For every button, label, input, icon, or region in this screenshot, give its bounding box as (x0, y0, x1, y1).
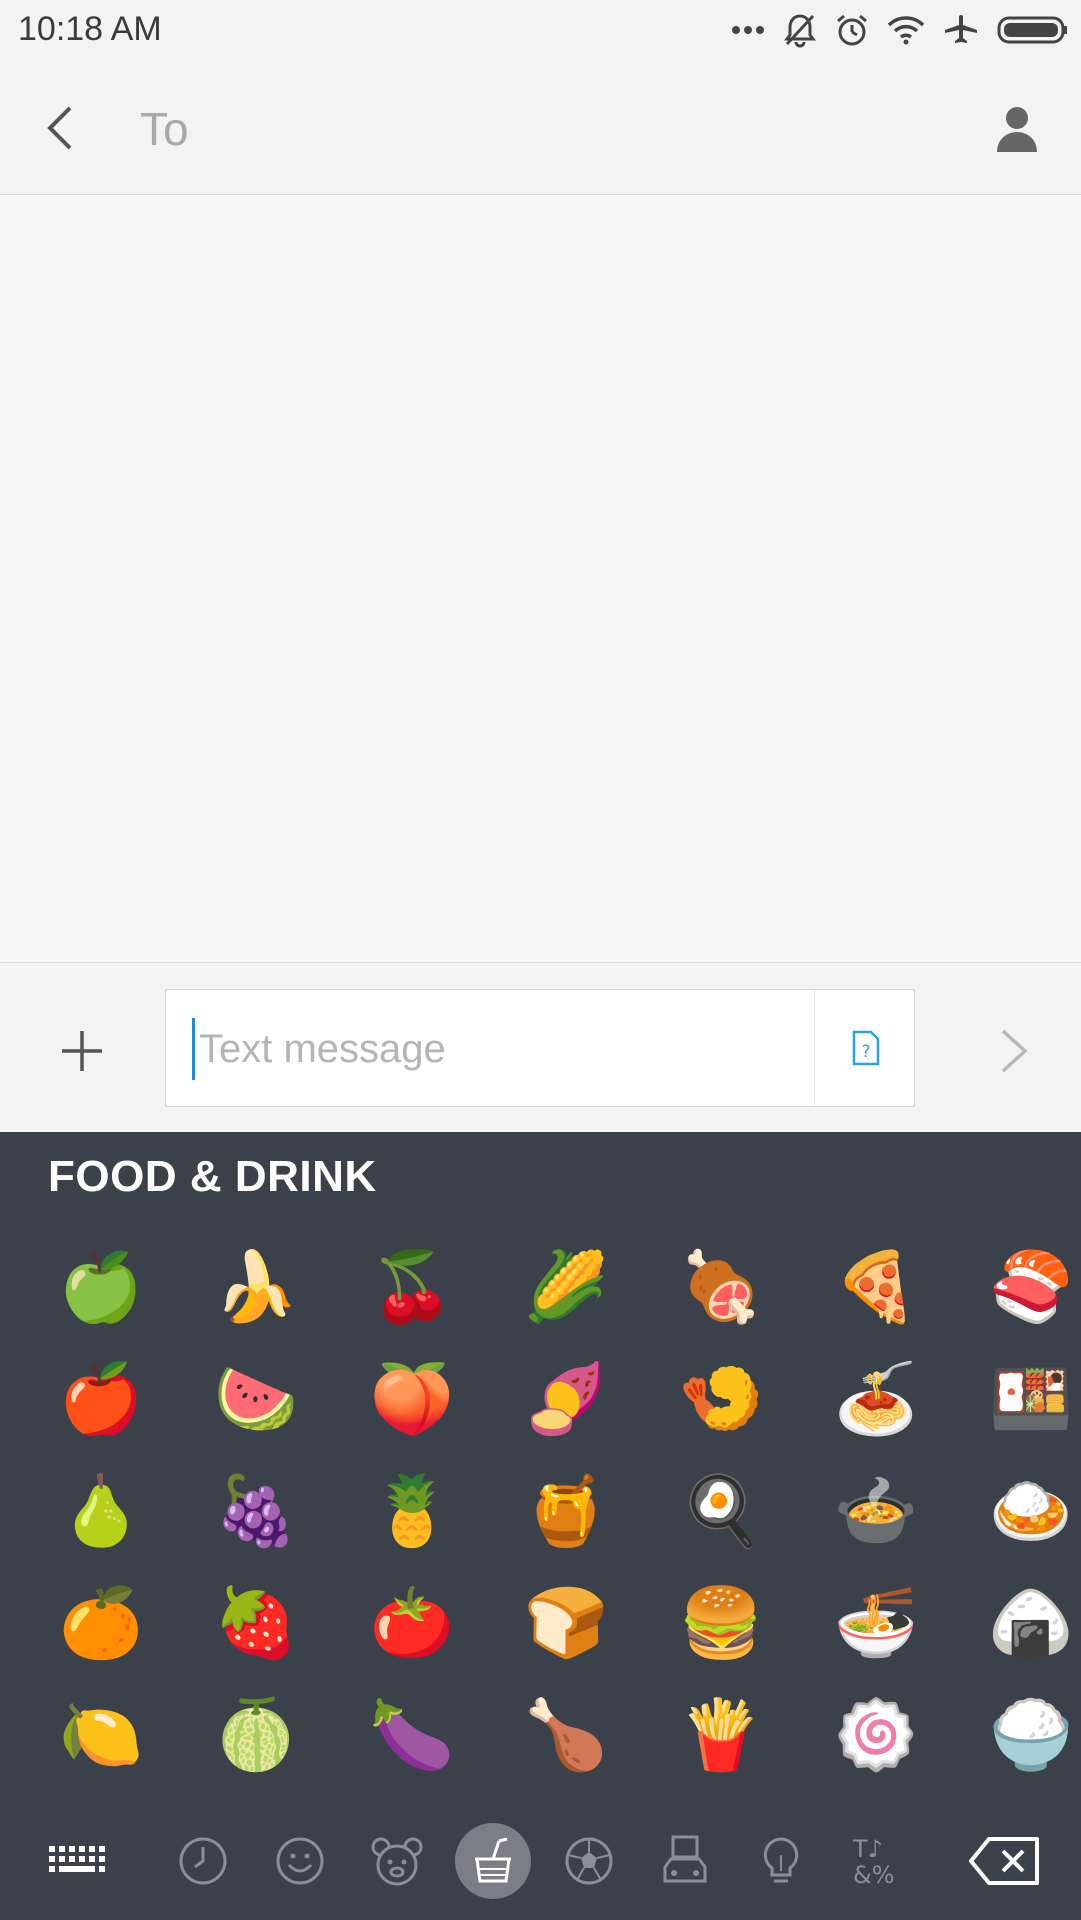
svg-text:&%: &% (853, 1861, 895, 1889)
food-drink-tab[interactable] (455, 1823, 531, 1899)
emoji-row: 🍎 🍉 🍑 🍠 🍤 🍝 🍱 (0, 1344, 1081, 1456)
emoji-key[interactable]: 🍕 (820, 1232, 932, 1344)
contact-picker-button[interactable] (993, 104, 1041, 154)
food-drink-icon (475, 1837, 511, 1883)
svg-text:T♪: T♪ (852, 1835, 883, 1863)
sports-ball-icon (565, 1837, 613, 1885)
to-recipient-field[interactable]: To (140, 102, 189, 156)
emoji-key[interactable]: 🍳 (665, 1456, 777, 1568)
objects-tab[interactable] (743, 1823, 819, 1899)
emoji-key[interactable]: 🍞 (510, 1568, 622, 1680)
message-input[interactable] (192, 1018, 761, 1080)
recent-tab[interactable] (165, 1823, 241, 1899)
animal-bear-icon (371, 1837, 423, 1886)
emoji-row: 🍏 🍌 🍒 🌽 🍖 🍕 🍣 (0, 1232, 1081, 1344)
emoji-key[interactable]: 🍆 (356, 1680, 468, 1792)
emoji-key[interactable]: 🍜 (820, 1568, 932, 1680)
travel-car-icon (663, 1835, 707, 1883)
conversation-area (0, 195, 1081, 962)
emoji-row: 🍋 🍈 🍆 🍗 🍟 🍥 🍚 (0, 1680, 1081, 1792)
symbols-tab[interactable]: T♪ &% (839, 1823, 915, 1899)
back-button[interactable] (40, 104, 84, 152)
emoji-key[interactable]: 🍋 (45, 1680, 157, 1792)
keyboard-bottom-bar: T♪ &% (0, 1797, 1081, 1920)
emoji-key[interactable]: 🍥 (820, 1680, 932, 1792)
emoji-row: 🍐 🍇 🍍 🍯 🍳 🍲 🍛 (0, 1456, 1081, 1568)
emoji-keyboard: FOOD & DRINK 🍏 🍌 🍒 🌽 🍖 🍕 🍣 🍎 🍉 🍑 🍠 🍤 🍝 🍱 🍐 🍇 🍍 🍯 🍳 🍲 🍛 🍊 🍓 🍅 🍞 🍔 🍜… (0, 1132, 1081, 1920)
travel-tab[interactable] (647, 1823, 723, 1899)
smiley-face-icon (276, 1837, 324, 1885)
emoji-key[interactable]: 🍍 (356, 1456, 468, 1568)
emoji-key[interactable]: 🍝 (820, 1344, 932, 1456)
alarm-icon (835, 13, 869, 47)
sim-select-button[interactable]: ? (851, 1030, 887, 1066)
keyboard-toggle-icon (49, 1846, 105, 1872)
emoji-key[interactable]: 🍑 (356, 1344, 468, 1456)
more-dots-icon (731, 25, 765, 35)
status-bar: 10:18 AM (0, 0, 1081, 62)
divider (814, 990, 815, 1106)
plus-icon (62, 1031, 102, 1071)
animals-tab[interactable] (359, 1823, 435, 1899)
emoji-key[interactable]: 🍉 (200, 1344, 312, 1456)
symbols-icon: T♪&% (852, 1835, 895, 1889)
emoji-key[interactable]: 🍤 (665, 1344, 777, 1456)
header: To (0, 62, 1081, 195)
emoji-key[interactable]: 🍏 (45, 1232, 157, 1344)
emoji-key[interactable]: 🍣 (975, 1232, 1081, 1344)
emoji-key[interactable]: 🍎 (45, 1344, 157, 1456)
emoji-key[interactable]: 🍊 (45, 1568, 157, 1680)
emoji-key[interactable]: 🍌 (200, 1232, 312, 1344)
emoji-key[interactable]: 🍒 (356, 1232, 468, 1344)
emoji-key[interactable]: 🍲 (820, 1456, 932, 1568)
emoji-key[interactable]: 🍓 (200, 1568, 312, 1680)
emoji-category-title: FOOD & DRINK (48, 1152, 377, 1201)
status-time: 10:18 AM (18, 10, 162, 48)
emoji-key[interactable]: 🍅 (356, 1568, 468, 1680)
emoji-key[interactable]: 🍗 (510, 1680, 622, 1792)
sim-card-icon: ? (852, 1030, 880, 1066)
activities-tab[interactable] (551, 1823, 627, 1899)
send-chevron-icon (1001, 1029, 1028, 1073)
contact-person-icon (997, 107, 1037, 152)
emoji-key[interactable]: 🍯 (510, 1456, 622, 1568)
wifi-icon (887, 15, 925, 45)
attach-button[interactable] (58, 1027, 106, 1075)
keyboard-toggle-button[interactable] (39, 1823, 115, 1899)
backspace-icon (969, 1837, 1039, 1885)
battery-icon (997, 15, 1069, 45)
emoji-key[interactable]: 🍖 (665, 1232, 777, 1344)
smileys-tab[interactable] (262, 1823, 338, 1899)
send-button[interactable] (999, 1027, 1029, 1075)
emoji-key[interactable]: 🍐 (45, 1456, 157, 1568)
emoji-grid: 🍏 🍌 🍒 🌽 🍖 🍕 🍣 🍎 🍉 🍑 🍠 🍤 🍝 🍱 🍐 🍇 🍍 🍯 🍳 🍲 🍛 🍊 🍓 🍅 🍞 🍔 🍜 🍙 🍋 🍈 🍆 🍗 🍟 🍥 🍚 (0, 1232, 1081, 1792)
emoji-key[interactable]: 🍛 (975, 1456, 1081, 1568)
message-input-box: ? (165, 989, 915, 1107)
emoji-key[interactable]: 🍠 (510, 1344, 622, 1456)
objects-bulb-icon (763, 1837, 799, 1883)
emoji-key[interactable]: 🍈 (200, 1680, 312, 1792)
emoji-row: 🍊 🍓 🍅 🍞 🍔 🍜 🍙 (0, 1568, 1081, 1680)
airplane-icon (943, 13, 979, 47)
emoji-key[interactable]: 🍇 (200, 1456, 312, 1568)
back-arrow-icon (47, 106, 72, 150)
emoji-key[interactable]: 🍟 (665, 1680, 777, 1792)
backspace-button[interactable] (965, 1823, 1045, 1899)
emoji-key[interactable]: 🍱 (975, 1344, 1081, 1456)
emoji-key[interactable]: 🍔 (665, 1568, 777, 1680)
emoji-key[interactable]: 🌽 (510, 1232, 622, 1344)
composer-bar: ? (0, 962, 1081, 1133)
recent-clock-icon (179, 1837, 227, 1885)
svg-text:?: ? (861, 1042, 870, 1062)
emoji-key[interactable]: 🍙 (975, 1568, 1081, 1680)
emoji-key[interactable]: 🍚 (975, 1680, 1081, 1792)
status-icons (731, 10, 1069, 50)
silent-bell-icon (783, 12, 817, 48)
